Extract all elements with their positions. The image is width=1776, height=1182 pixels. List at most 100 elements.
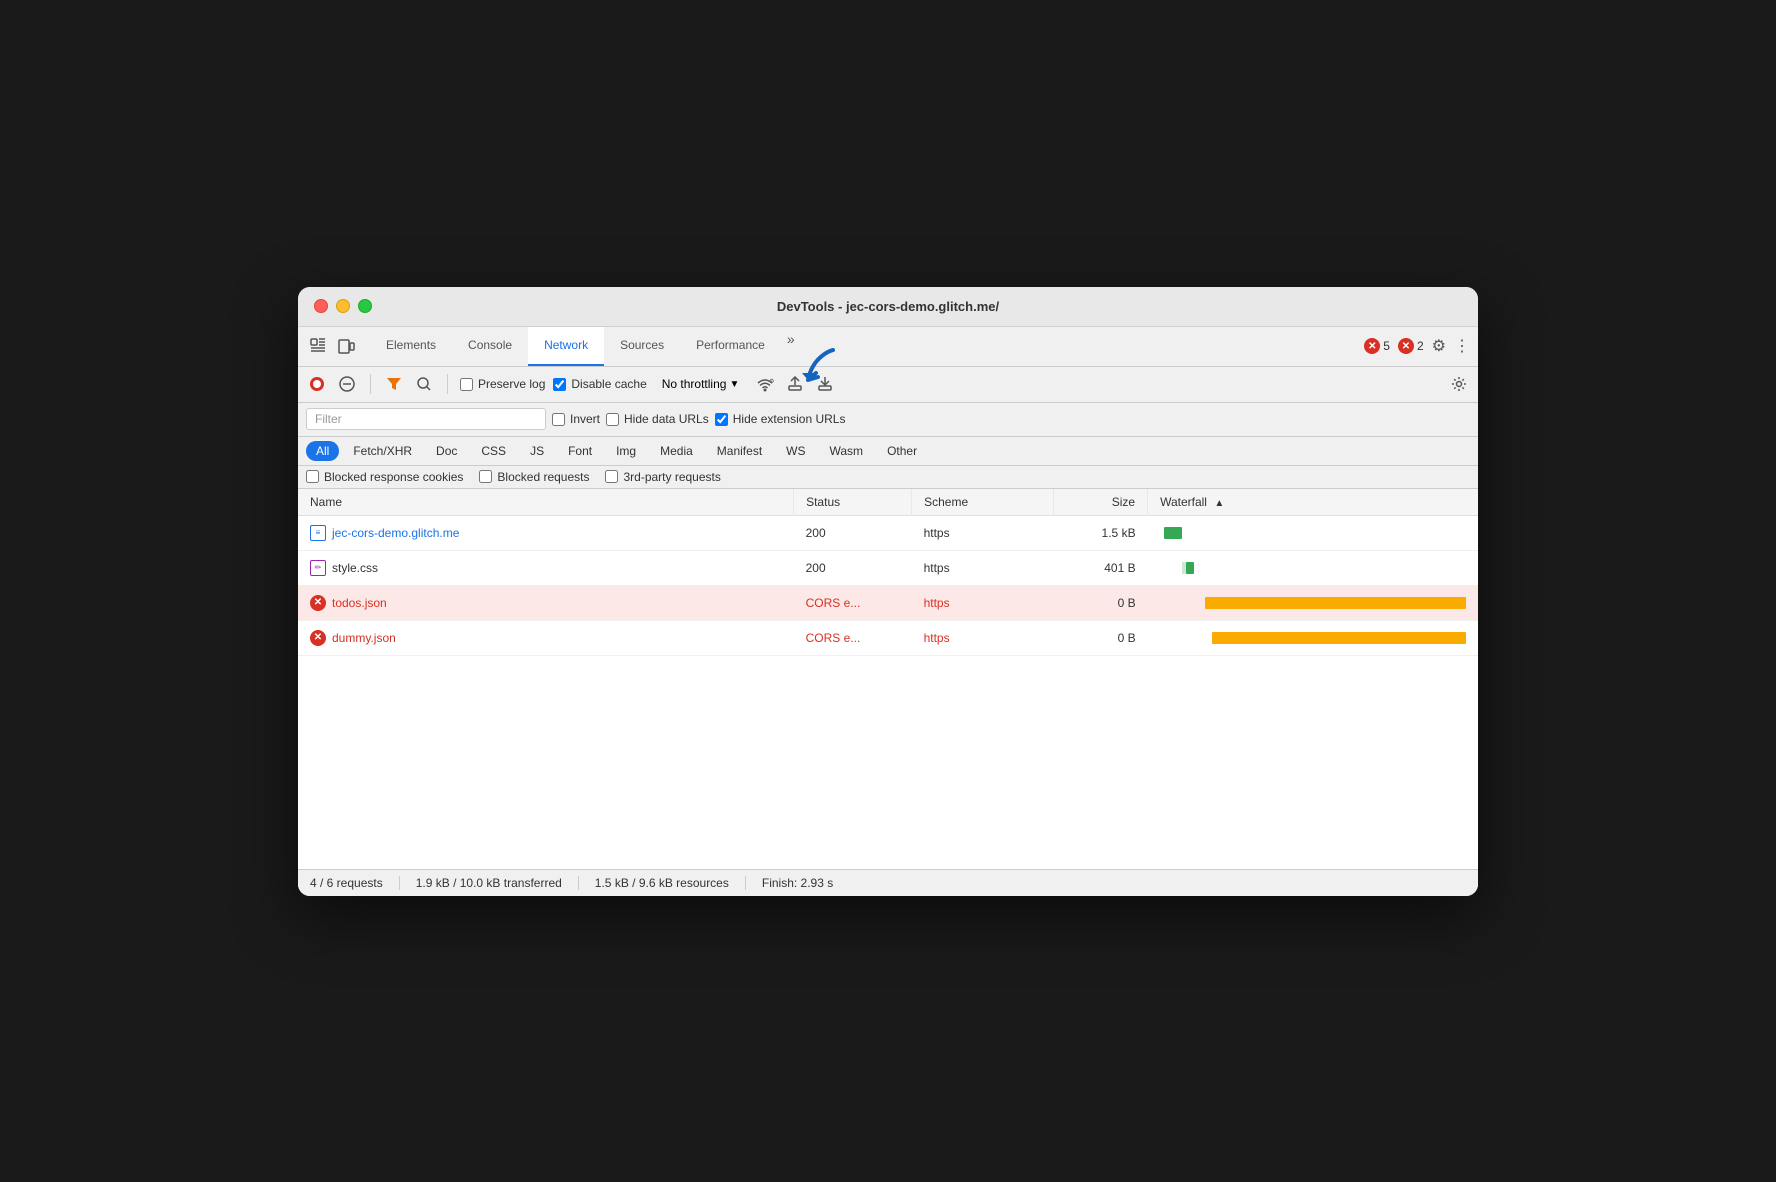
import-har-button[interactable] [784,373,806,395]
resources-size: 1.5 kB / 9.6 kB resources [579,876,746,890]
network-settings-button[interactable] [1448,373,1470,395]
type-filter-bar: All Fetch/XHR Doc CSS JS Font Img Media … [298,437,1478,466]
error-badge-2[interactable]: ✕ 2 [1398,338,1424,354]
blocked-cookies-checkbox[interactable] [306,470,319,483]
devtools-body: Elements Console Network Sources Perform… [298,327,1478,896]
table-row[interactable]: ✏ style.css 200 https 401 B [298,550,1478,585]
row-waterfall-cell [1148,585,1478,620]
more-options-icon[interactable]: ⋮ [1454,336,1470,356]
row-status-cell: CORS e... [794,585,912,620]
hide-ext-urls-label[interactable]: Hide extension URLs [715,412,846,426]
col-header-name[interactable]: Name [298,489,794,516]
blocked-requests-label[interactable]: Blocked requests [479,470,589,484]
tab-performance[interactable]: Performance [680,327,781,366]
invert-checkbox[interactable] [552,413,565,426]
maximize-button[interactable] [358,299,372,313]
tab-console[interactable]: Console [452,327,528,366]
table-header: Name Status Scheme Size Waterfall [298,489,1478,516]
row-size-cell: 401 B [1053,550,1147,585]
search-button[interactable] [413,373,435,395]
network-table-container: Name Status Scheme Size Waterfall [298,489,1478,869]
type-filter-all[interactable]: All [306,441,339,461]
type-filter-other[interactable]: Other [877,441,927,461]
row-status-cell: CORS e... [794,620,912,655]
type-filter-css[interactable]: CSS [471,441,516,461]
row-waterfall-cell [1148,620,1478,655]
error-badge-1[interactable]: ✕ 5 [1364,338,1390,354]
table-row[interactable]: ✕ dummy.json CORS e... https 0 B [298,620,1478,655]
third-party-label[interactable]: 3rd-party requests [605,470,720,484]
row-name-cell: ✕ dummy.json [298,620,794,655]
close-button[interactable] [314,299,328,313]
status-bar: 4 / 6 requests 1.9 kB / 10.0 kB transfer… [298,869,1478,896]
col-header-size[interactable]: Size [1053,489,1147,516]
title-bar: DevTools - jec-cors-demo.glitch.me/ [298,287,1478,327]
error-file-icon-2: ✕ [310,630,326,646]
type-filter-doc[interactable]: Doc [426,441,467,461]
type-filter-ws[interactable]: WS [776,441,815,461]
hide-data-urls-checkbox[interactable] [606,413,619,426]
disable-cache-checkbox[interactable] [553,378,566,391]
tab-bar-right: ✕ 5 ✕ 2 ⚙ ⋮ [1364,336,1470,356]
throttle-select[interactable]: No throttling ▼ [655,374,747,394]
hide-data-urls-label[interactable]: Hide data URLs [606,412,709,426]
traffic-lights [314,299,372,313]
row-status-cell: 200 [794,515,912,550]
col-header-scheme[interactable]: Scheme [912,489,1054,516]
third-party-checkbox[interactable] [605,470,618,483]
row-size-cell: 0 B [1053,585,1147,620]
device-toolbar-icon[interactable] [334,334,358,358]
tab-sources[interactable]: Sources [604,327,680,366]
disable-cache-label[interactable]: Disable cache [553,377,646,391]
preserve-log-label[interactable]: Preserve log [460,377,545,391]
toolbar-divider-2 [447,374,448,394]
error-file-icon: ✕ [310,595,326,611]
col-header-status[interactable]: Status [794,489,912,516]
blocked-cookies-label[interactable]: Blocked response cookies [306,470,463,484]
row-size-cell: 0 B [1053,620,1147,655]
row-name-cell: jec-cors-demo.glitch.me [298,515,794,550]
hide-ext-urls-checkbox[interactable] [715,413,728,426]
more-tabs-button[interactable]: » [781,327,801,366]
type-filter-fetch-xhr[interactable]: Fetch/XHR [343,441,422,461]
export-har-button[interactable] [814,373,836,395]
type-filter-manifest[interactable]: Manifest [707,441,772,461]
clear-button[interactable] [336,373,358,395]
type-filter-media[interactable]: Media [650,441,703,461]
svg-text:⚙: ⚙ [769,378,774,385]
type-filter-img[interactable]: Img [606,441,646,461]
settings-icon[interactable]: ⚙ [1432,336,1446,356]
tab-elements[interactable]: Elements [370,327,452,366]
type-filter-font[interactable]: Font [558,441,602,461]
finish-time: Finish: 2.93 s [746,876,849,890]
row-size-cell: 1.5 kB [1053,515,1147,550]
filter-toggle-button[interactable] [383,373,405,395]
record-button[interactable] [306,373,328,395]
row-waterfall-cell [1148,515,1478,550]
network-conditions-icon[interactable]: ⚙ [754,373,776,395]
type-filter-js[interactable]: JS [520,441,554,461]
error-icon-2: ✕ [1398,338,1414,354]
devtools-window: DevTools - jec-cors-demo.glitch.me/ [298,287,1478,896]
row-name-cell: ✕ todos.json [298,585,794,620]
export-har-container [814,373,836,395]
blocked-requests-checkbox[interactable] [479,470,492,483]
devtools-icons [306,334,358,358]
requests-count: 4 / 6 requests [310,876,400,890]
row-name-cell: ✏ style.css [298,550,794,585]
filter-bar: Invert Hide data URLs Hide extension URL… [298,403,1478,437]
table-row[interactable]: ✕ todos.json CORS e... https 0 B [298,585,1478,620]
row-waterfall-cell [1148,550,1478,585]
checkbox-bar: Blocked response cookies Blocked request… [298,466,1478,489]
row-scheme-cell: https [912,585,1054,620]
col-header-waterfall[interactable]: Waterfall ▲ [1148,489,1478,516]
minimize-button[interactable] [336,299,350,313]
preserve-log-checkbox[interactable] [460,378,473,391]
tab-network[interactable]: Network [528,327,604,366]
filter-input[interactable] [306,408,546,430]
invert-label[interactable]: Invert [552,412,600,426]
table-row[interactable]: jec-cors-demo.glitch.me 200 https 1.5 kB [298,515,1478,550]
inspect-element-icon[interactable] [306,334,330,358]
error-icon-1: ✕ [1364,338,1380,354]
type-filter-wasm[interactable]: Wasm [820,441,874,461]
